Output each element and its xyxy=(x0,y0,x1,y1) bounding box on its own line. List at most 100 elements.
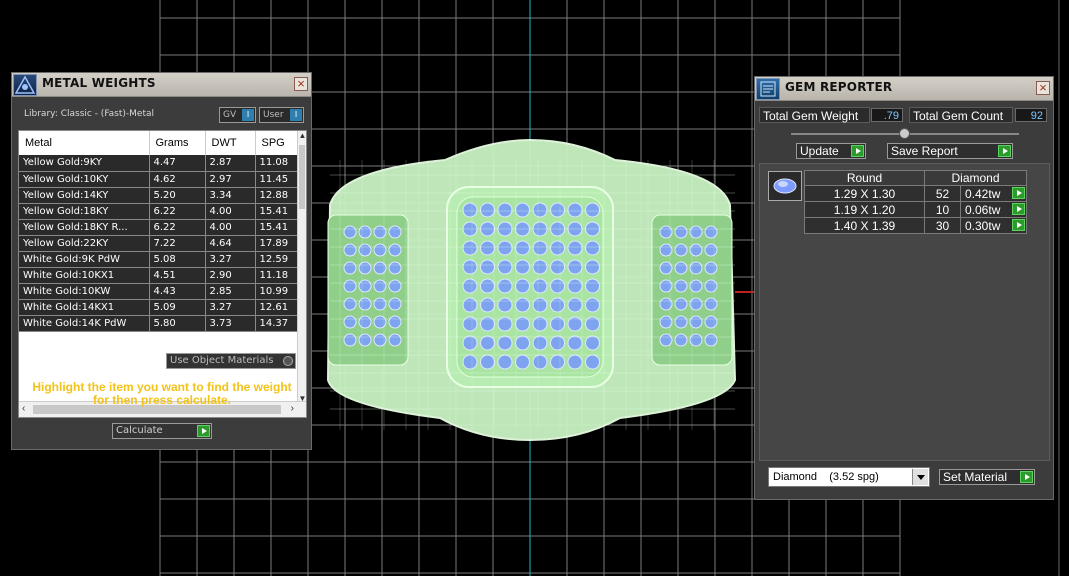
set-material-label: Set Material xyxy=(943,470,1008,484)
gem-stone xyxy=(674,261,688,275)
table-row[interactable]: Yellow Gold:9KY 4.47 2.87 11.08 xyxy=(19,155,300,172)
play-arrow-icon[interactable] xyxy=(851,145,864,157)
user-toggle[interactable]: User I xyxy=(259,107,304,123)
gem-stone xyxy=(462,259,478,275)
gv-toggle-indicator-icon: I xyxy=(242,109,254,121)
table-cell: 3.27 xyxy=(205,251,256,268)
play-arrow-icon[interactable] xyxy=(998,145,1011,157)
play-arrow-icon[interactable] xyxy=(1012,219,1025,231)
table-row[interactable]: Yellow Gold:10KY 4.62 2.97 11.45 xyxy=(19,171,300,188)
table-row[interactable]: White Gold:10KX1 4.51 2.90 11.18 xyxy=(19,267,300,284)
gem-row[interactable]: 1.19 X 1.20 10 0.06tw xyxy=(804,201,1027,218)
table-row[interactable]: Yellow Gold:18KY 6.22 4.00 15.41 xyxy=(19,203,300,220)
vertical-scroll-thumb[interactable] xyxy=(299,145,305,209)
metal-table-vertical-scrollbar[interactable]: ▲ ▼ xyxy=(297,131,306,403)
table-cell: 11.18 xyxy=(255,267,300,284)
play-arrow-icon[interactable] xyxy=(1020,471,1033,483)
metal-table-container: Metal Grams DWT SPG Yellow Gold:9KY 4.47 2.87… xyxy=(18,130,307,418)
play-arrow-icon[interactable] xyxy=(1012,203,1025,215)
gem-reporter-close-button[interactable]: × xyxy=(1036,81,1050,95)
gv-toggle[interactable]: GV I xyxy=(219,107,256,123)
gem-stone xyxy=(532,354,548,370)
table-cell: 15.41 xyxy=(255,203,300,220)
table-cell: White Gold:14K PdW xyxy=(19,315,150,332)
gem-stone xyxy=(674,333,688,347)
gem-row[interactable]: 1.29 X 1.30 52 0.42tw xyxy=(804,185,1027,202)
metal-column-header[interactable]: SPG xyxy=(255,131,300,155)
radio-icon[interactable] xyxy=(283,356,293,366)
gem-table-header: Round Diamond xyxy=(804,170,1027,186)
table-row[interactable]: White Gold:10KW 4.43 2.85 10.99 xyxy=(19,283,300,300)
table-row[interactable]: Yellow Gold:18KY R... 6.22 4.00 15.41 xyxy=(19,219,300,236)
gem-stone xyxy=(358,315,372,329)
gem-stone xyxy=(550,278,565,294)
table-row[interactable]: Yellow Gold:22KY 7.22 4.64 17.89 xyxy=(19,235,300,252)
gem-stone xyxy=(532,335,548,351)
chevron-down-icon[interactable] xyxy=(912,469,928,485)
gem-stone xyxy=(567,202,583,218)
use-object-materials-toggle[interactable]: Use Object Materials xyxy=(166,353,296,369)
metal-table-body: Yellow Gold:9KY 4.47 2.87 11.08 Yellow Gold:… xyxy=(19,155,300,332)
gem-count-cell: 52 xyxy=(924,185,961,202)
metal-column-header[interactable]: Metal xyxy=(19,131,150,155)
table-cell: 4.51 xyxy=(149,267,206,284)
table-cell: Yellow Gold:10KY xyxy=(19,171,150,188)
table-cell: 5.08 xyxy=(149,251,206,268)
gem-row[interactable]: 1.40 X 1.39 30 0.30tw xyxy=(804,217,1027,234)
gem-stone xyxy=(462,335,478,351)
gem-stone xyxy=(497,259,513,275)
table-cell: 2.85 xyxy=(205,283,256,300)
metal-table-header: Metal Grams DWT SPG xyxy=(19,131,300,155)
gem-stone xyxy=(497,278,513,294)
table-cell: Yellow Gold:9KY xyxy=(19,155,150,172)
gem-stone xyxy=(674,315,688,329)
gem-size-cell: 1.40 X 1.39 xyxy=(804,217,925,234)
gem-stone xyxy=(532,240,548,256)
save-report-button[interactable]: Save Report xyxy=(887,143,1013,159)
gem-stone xyxy=(585,278,600,294)
update-button[interactable]: Update xyxy=(796,143,866,159)
gem-stone xyxy=(497,297,513,313)
gem-stone xyxy=(497,354,513,370)
gem-stone xyxy=(480,354,495,370)
gem-stone xyxy=(704,297,718,311)
table-cell: White Gold:10KW xyxy=(19,283,150,300)
material-select[interactable]: Diamond (3.52 spg) xyxy=(768,467,930,487)
metal-weights-title: METAL WEIGHTS xyxy=(42,76,156,90)
round-diamond-thumbnail-icon[interactable] xyxy=(768,171,802,201)
gem-stone xyxy=(515,297,530,313)
gem-stone xyxy=(497,240,513,256)
gem-stone xyxy=(567,278,583,294)
table-cell: 5.09 xyxy=(149,299,206,316)
gem-reporter-titlebar[interactable]: GEM REPORTER × xyxy=(755,77,1053,101)
gem-report-area: Round Diamond 1.29 X 1.30 52 0.42tw 1.19 X … xyxy=(759,163,1050,461)
play-arrow-icon[interactable] xyxy=(1012,187,1025,199)
metal-column-header[interactable]: DWT xyxy=(205,131,256,155)
metal-weights-titlebar[interactable]: METAL WEIGHTS × xyxy=(12,73,311,97)
gem-stone xyxy=(343,297,357,311)
gem-weight-value: 0.42tw xyxy=(965,186,1001,201)
metal-weights-close-button[interactable]: × xyxy=(294,77,308,91)
calculate-button[interactable]: Calculate xyxy=(112,423,212,439)
gem-stone xyxy=(674,279,688,293)
scroll-up-icon[interactable]: ▲ xyxy=(298,131,306,140)
table-row[interactable]: White Gold:14KX1 5.09 3.27 12.61 xyxy=(19,299,300,316)
gem-stone xyxy=(585,259,600,275)
gem-stone xyxy=(550,240,565,256)
table-cell: 7.22 xyxy=(149,235,206,252)
table-row[interactable]: White Gold:9K PdW 5.08 3.27 12.59 xyxy=(19,251,300,268)
metal-table: Metal Grams DWT SPG Yellow Gold:9KY 4.47 2.87… xyxy=(19,131,300,332)
set-material-button[interactable]: Set Material xyxy=(939,469,1035,485)
table-row[interactable]: White Gold:14K PdW 5.80 3.73 14.37 xyxy=(19,315,300,332)
metal-column-header[interactable]: Grams xyxy=(149,131,206,155)
play-arrow-icon[interactable] xyxy=(197,425,210,437)
gem-stone xyxy=(585,202,600,218)
gem-stone xyxy=(550,202,565,218)
table-cell: 12.61 xyxy=(255,299,300,316)
gem-stone xyxy=(358,225,372,239)
gem-stone xyxy=(567,297,583,313)
gem-stone xyxy=(343,243,357,257)
gem-stone xyxy=(388,333,402,347)
table-row[interactable]: Yellow Gold:14KY 5.20 3.34 12.88 xyxy=(19,187,300,204)
report-slider-handle[interactable] xyxy=(899,128,910,139)
